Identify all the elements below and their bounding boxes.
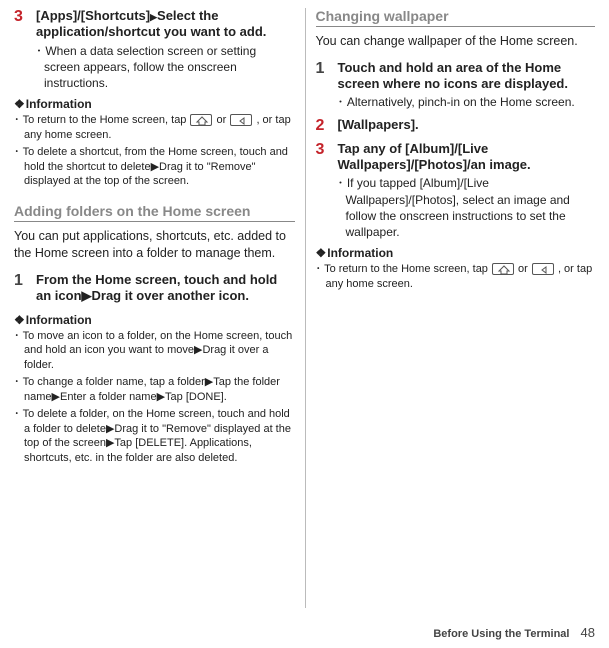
back-icon [230,114,252,126]
step-3: 3 [Apps]/[Shortcuts]▶Select the applicat… [14,8,295,91]
page-number: 48 [581,625,595,640]
information-heading: Information [14,97,295,111]
right-column: Changing wallpaper You can change wallpa… [305,8,596,608]
section-intro: You can put applications, shortcuts, etc… [14,228,295,262]
section-heading: Changing wallpaper [316,8,596,27]
step-sub: If you tapped [Album]/[Live Wallpapers]/… [338,175,596,240]
step-title: [Apps]/[Shortcuts]▶Select the applicatio… [36,8,295,41]
info-item: To move an icon to a folder, on the Home… [14,329,295,374]
info-item: To return to the Home screen, tap or , o… [14,113,295,143]
step-number: 3 [14,8,36,91]
step-number: 3 [316,141,338,240]
info-item: To return to the Home screen, tap or , o… [316,262,596,292]
information-heading: Information [316,246,596,260]
back-icon [532,263,554,275]
step-2: 2 [Wallpapers]. [316,117,596,135]
section-heading: Adding folders on the Home screen [14,203,295,222]
home-icon [190,114,212,126]
footer-label: Before Using the Terminal [433,628,569,640]
step-sub: When a data selection screen or setting … [36,43,295,92]
step-1: 1 Touch and hold an area of the Home scr… [316,60,596,111]
step-number: 2 [316,117,338,135]
step-number: 1 [316,60,338,111]
step-title: [Wallpapers]. [338,117,596,133]
left-column: 3 [Apps]/[Shortcuts]▶Select the applicat… [14,8,305,608]
home-icon [492,263,514,275]
triangle-icon: ▶ [150,12,157,22]
info-item: To change a folder name, tap a folder▶Ta… [14,375,295,405]
step-title: Touch and hold an area of the Home scree… [338,60,596,93]
step-number: 1 [14,272,36,307]
section-intro: You can change wallpaper of the Home scr… [316,33,596,50]
step-3: 3 Tap any of [Album]/[Live Wallpapers]/[… [316,141,596,240]
info-item: To delete a folder, on the Home screen, … [14,407,295,466]
info-item: To delete a shortcut, from the Home scre… [14,145,295,190]
step-title-prefix: [Apps]/[Shortcuts] [36,8,150,23]
step-title: Tap any of [Album]/[Live Wallpapers]/[Ph… [338,141,596,174]
step-title: From the Home screen, touch and hold an … [36,272,295,305]
page-footer: Before Using the Terminal 48 [433,625,595,640]
step-1: 1 From the Home screen, touch and hold a… [14,272,295,307]
step-sub: Alternatively, pinch-in on the Home scre… [338,94,596,110]
information-heading: Information [14,313,295,327]
